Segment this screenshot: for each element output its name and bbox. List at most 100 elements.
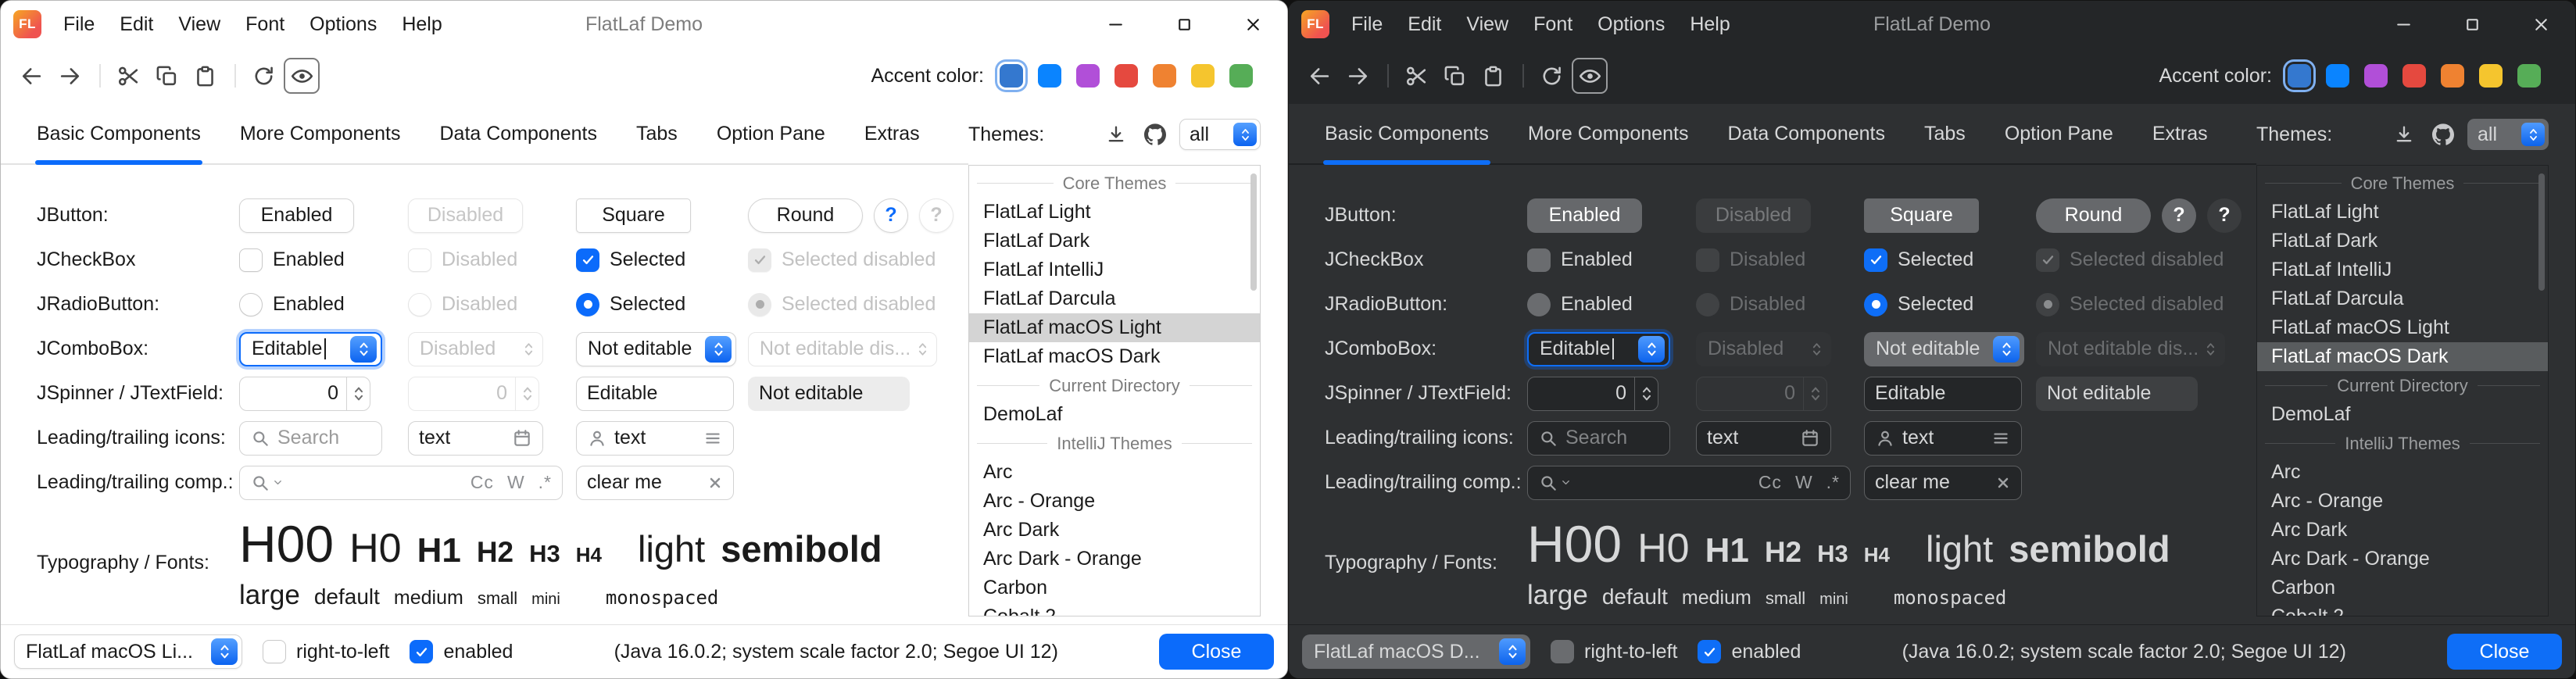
search-history-field[interactable]: Cc W .* xyxy=(239,466,563,500)
radio-selected[interactable]: Selected xyxy=(576,293,685,316)
accent-swatch-red[interactable] xyxy=(1114,64,1138,88)
search-history-field[interactable]: Cc W .* xyxy=(1527,466,1851,500)
combobox-arrows-button[interactable] xyxy=(1993,336,2020,363)
copy-button[interactable] xyxy=(148,58,184,94)
accent-swatch-green[interactable] xyxy=(1229,64,1253,88)
theme-list-item[interactable]: FlatLaf macOS Dark xyxy=(2257,342,2548,371)
accent-swatch-yellow[interactable] xyxy=(2479,64,2503,88)
refresh-button[interactable] xyxy=(1533,58,1569,94)
theme-list-item[interactable]: Arc Dark xyxy=(2257,516,2548,545)
tab-more-components[interactable]: More Components xyxy=(240,104,401,163)
accent-swatch-blue[interactable] xyxy=(1038,64,1061,88)
right-to-left-checkbox[interactable]: right-to-left xyxy=(1551,640,1677,663)
checkbox-enabled[interactable]: Enabled xyxy=(1527,248,1633,272)
tab-option-pane[interactable]: Option Pane xyxy=(2005,104,2113,163)
back-button[interactable] xyxy=(13,58,49,94)
combobox-arrows-button[interactable] xyxy=(705,336,732,363)
minimize-button[interactable] xyxy=(1081,1,1150,48)
combobox-arrows-button[interactable] xyxy=(1233,123,1257,146)
round-button[interactable]: Round xyxy=(748,198,863,233)
menu-options[interactable]: Options xyxy=(1585,1,1677,48)
whole-words-toggle[interactable]: W xyxy=(507,472,525,493)
tab-option-pane[interactable]: Option Pane xyxy=(717,104,825,163)
noneditable-combobox[interactable]: Not editable xyxy=(1864,332,2024,366)
square-button[interactable]: Square xyxy=(1864,198,1979,233)
theme-switcher-combo[interactable]: FlatLaf macOS Li... xyxy=(14,634,242,669)
editable-combobox[interactable]: Editable xyxy=(239,332,382,366)
accent-swatch-orange[interactable] xyxy=(1153,64,1176,88)
theme-list-item[interactable]: FlatLaf IntelliJ xyxy=(2257,256,2548,284)
menu-view[interactable]: View xyxy=(1454,1,1521,48)
close-button[interactable]: Close xyxy=(1159,634,1274,670)
spinner-stepper-buttons[interactable] xyxy=(346,377,370,410)
enabled-checkbox[interactable]: enabled xyxy=(410,640,513,663)
theme-list-item[interactable]: FlatLaf Dark xyxy=(2257,227,2548,256)
spinner[interactable]: 0 xyxy=(1527,377,1658,411)
editable-textfield[interactable]: Editable xyxy=(1864,377,2022,411)
combobox-arrows-button[interactable] xyxy=(1499,638,1526,665)
theme-list-item[interactable]: FlatLaf macOS Light xyxy=(2257,313,2548,342)
help-button[interactable]: ? xyxy=(874,198,908,233)
combobox-arrows-button[interactable] xyxy=(350,336,377,363)
cut-button[interactable] xyxy=(1398,58,1434,94)
download-theme-button[interactable] xyxy=(2389,120,2419,149)
refresh-button[interactable] xyxy=(245,58,281,94)
menu-help[interactable]: Help xyxy=(389,1,454,48)
accent-swatch-orange[interactable] xyxy=(2441,64,2464,88)
whole-words-toggle[interactable]: W xyxy=(1795,472,1813,493)
paste-button[interactable] xyxy=(187,58,223,94)
menu-font[interactable]: Font xyxy=(1521,1,1585,48)
menu-edit[interactable]: Edit xyxy=(107,1,166,48)
combobox-arrows-button[interactable] xyxy=(211,638,238,665)
regex-toggle[interactable]: .* xyxy=(1826,472,1840,493)
accent-swatch-default[interactable] xyxy=(1000,64,1023,88)
theme-list-item[interactable]: Arc Dark - Orange xyxy=(969,545,1260,574)
radio-enabled[interactable]: Enabled xyxy=(1527,293,1633,316)
theme-list-item[interactable]: Cobalt 2 xyxy=(969,602,1260,616)
round-button[interactable]: Round xyxy=(2036,198,2151,233)
theme-list-item[interactable]: Arc - Orange xyxy=(969,487,1260,516)
calendar-icon[interactable] xyxy=(512,428,532,448)
accent-swatch-purple[interactable] xyxy=(1076,64,1100,88)
theme-list-item[interactable]: Cobalt 2 xyxy=(2257,602,2548,616)
themes-filter-combo[interactable]: all xyxy=(2467,119,2549,150)
date-field[interactable]: text xyxy=(1696,421,1831,456)
user-field[interactable]: text xyxy=(576,421,734,456)
theme-list-item[interactable]: FlatLaf Light xyxy=(969,198,1260,227)
download-theme-button[interactable] xyxy=(1101,120,1131,149)
accent-swatch-default[interactable] xyxy=(2288,64,2311,88)
combobox-arrows-button[interactable] xyxy=(2521,123,2545,146)
theme-list-item[interactable]: Arc xyxy=(969,458,1260,487)
copy-button[interactable] xyxy=(1436,58,1472,94)
user-field[interactable]: text xyxy=(1864,421,2022,456)
theme-list-item[interactable]: FlatLaf Darcula xyxy=(969,284,1260,313)
theme-list-item[interactable]: FlatLaf macOS Dark xyxy=(969,342,1260,371)
help-button[interactable]: ? xyxy=(2162,198,2196,233)
right-to-left-checkbox[interactable]: right-to-left xyxy=(263,640,389,663)
menu-options[interactable]: Options xyxy=(297,1,389,48)
theme-list-item[interactable]: Arc - Orange xyxy=(2257,487,2548,516)
show-hidden-toggle-button[interactable] xyxy=(1572,58,1608,94)
search-field[interactable]: Search xyxy=(239,421,382,456)
menu-view[interactable]: View xyxy=(166,1,233,48)
maximize-button[interactable] xyxy=(2438,1,2506,48)
clear-text-button[interactable] xyxy=(707,475,723,491)
menu-file[interactable]: File xyxy=(51,1,107,48)
theme-list-item[interactable]: Carbon xyxy=(2257,574,2548,602)
theme-list-item[interactable]: FlatLaf macOS Light xyxy=(969,313,1260,342)
forward-button[interactable] xyxy=(52,58,88,94)
accent-swatch-red[interactable] xyxy=(2402,64,2426,88)
radio-enabled[interactable]: Enabled xyxy=(239,293,345,316)
github-button[interactable] xyxy=(1140,120,1170,149)
enabled-button[interactable]: Enabled xyxy=(1527,198,1642,233)
tab-extras[interactable]: Extras xyxy=(2152,104,2208,163)
themes-scrollbar[interactable] xyxy=(2538,173,2545,291)
enabled-button[interactable]: Enabled xyxy=(239,198,354,233)
close-window-button[interactable] xyxy=(1218,1,1287,48)
tab-data-components[interactable]: Data Components xyxy=(1727,104,1885,163)
search-field[interactable]: Search xyxy=(1527,421,1670,456)
theme-list-item[interactable]: FlatLaf Darcula xyxy=(2257,284,2548,313)
accent-swatch-blue[interactable] xyxy=(2326,64,2349,88)
theme-list-item[interactable]: Carbon xyxy=(969,574,1260,602)
themes-scrollbar[interactable] xyxy=(1250,173,1257,291)
